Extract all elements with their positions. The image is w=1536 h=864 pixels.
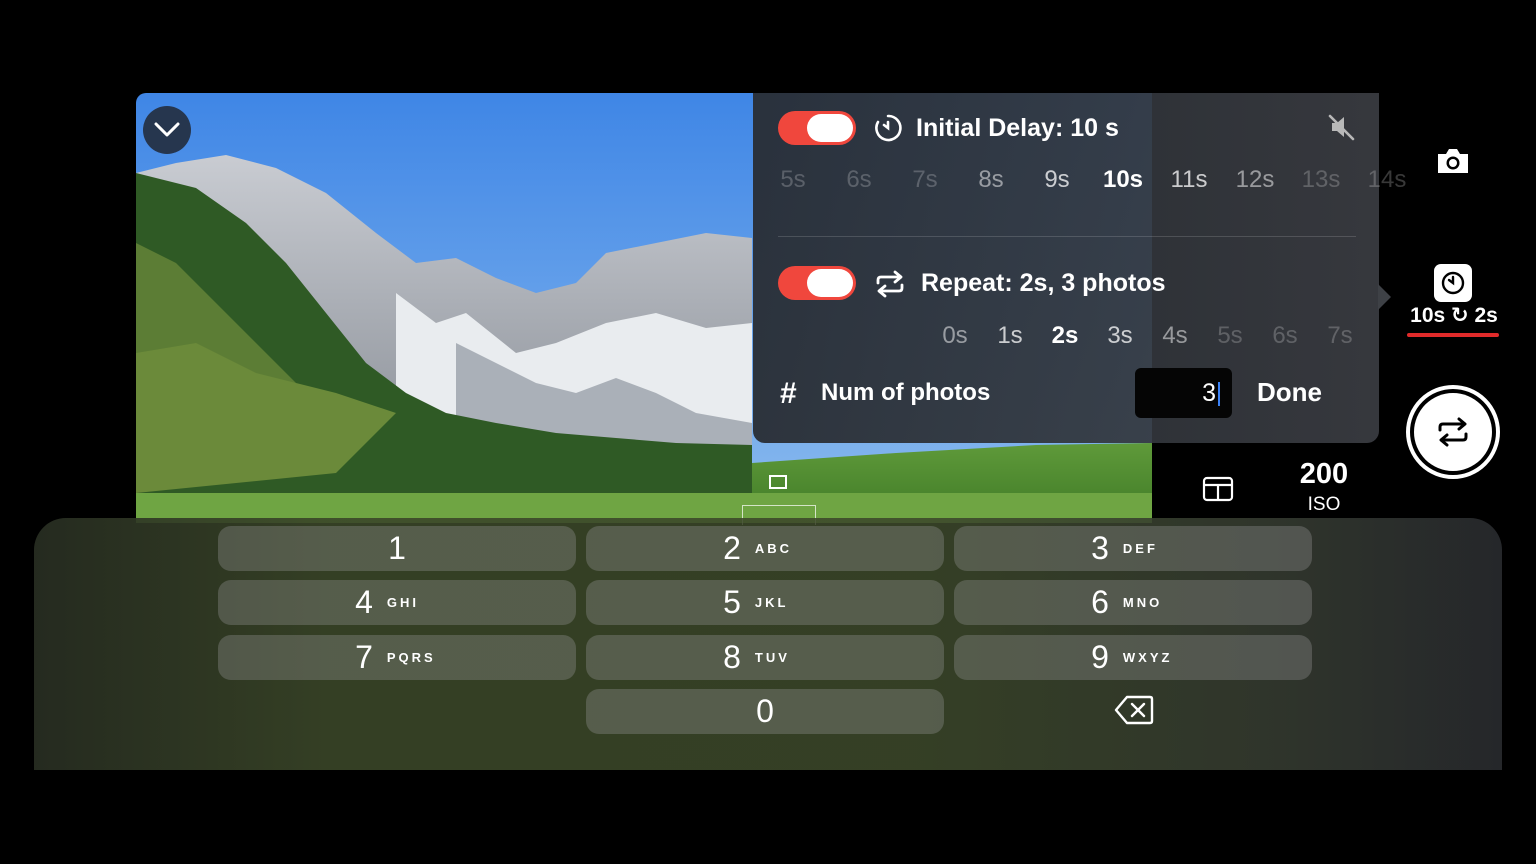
key-digit: 2 [723, 530, 741, 566]
repeat-option-1s[interactable]: 1s [985, 322, 1035, 350]
iso-label: ISO [1307, 494, 1341, 515]
popover-arrow [1378, 284, 1391, 310]
key-digit: 5 [723, 584, 741, 620]
collapse-button[interactable] [143, 106, 191, 154]
timer-icon [1441, 271, 1465, 295]
key-letters: ABC [754, 541, 793, 556]
key-letters: DEF [1122, 541, 1158, 556]
iso-value[interactable]: 200 [1286, 458, 1362, 491]
timer-active-indicator [1407, 333, 1499, 337]
key-digit: 0 [756, 693, 774, 729]
delay-option-11s[interactable]: 11s [1159, 166, 1219, 194]
initial-delay-picker[interactable]: 5s 6s 7s 8s 9s 10s 11s 12s 13s 14s [763, 166, 1423, 194]
timer-summary[interactable]: 10s ↻ 2s [1396, 303, 1512, 328]
key-letters: JKL [754, 595, 789, 610]
delay-option-5s[interactable]: 5s [763, 166, 823, 194]
num-photos-input[interactable]: 3 [1135, 368, 1232, 418]
shutter-inner [1414, 393, 1492, 471]
key-4[interactable]: 4 GHI [218, 580, 576, 625]
key-letters: WXYZ [1122, 650, 1173, 665]
key-letters: MNO [1122, 595, 1163, 610]
divider [778, 236, 1356, 237]
initial-delay-toggle[interactable] [778, 111, 856, 145]
num-photos-label: Num of photos [821, 379, 991, 406]
repeat-interval-picker[interactable]: 0s 1s 2s 3s 4s 5s 6s 7s [930, 322, 1370, 350]
timer-icon [875, 114, 902, 142]
repeat-option-4s[interactable]: 4s [1150, 322, 1200, 350]
initial-delay-title: Initial Delay: 10 s [916, 114, 1119, 142]
delay-option-14s[interactable]: 14s [1357, 166, 1417, 194]
backspace-icon[interactable] [1114, 694, 1154, 726]
key-digit: 1 [388, 530, 406, 566]
layout-icon[interactable] [1202, 476, 1234, 502]
shutter-button[interactable] [1406, 385, 1500, 479]
key-digit: 4 [355, 584, 373, 620]
delay-option-7s[interactable]: 7s [895, 166, 955, 194]
camera-icon[interactable] [1434, 145, 1472, 177]
repeat-option-6s[interactable]: 6s [1260, 322, 1310, 350]
key-1[interactable]: 1 [218, 526, 576, 571]
key-digit: 7 [355, 639, 373, 675]
key-2[interactable]: 2 ABC [586, 526, 944, 571]
key-3[interactable]: 3 DEF [954, 526, 1312, 571]
repeat-option-2s[interactable]: 2s [1040, 322, 1090, 350]
repeat-toggle[interactable] [778, 266, 856, 300]
delay-option-12s[interactable]: 12s [1225, 166, 1285, 194]
speaker-muted-icon[interactable] [1326, 112, 1356, 142]
focus-indicator [769, 475, 787, 489]
toggle-knob [807, 269, 853, 297]
key-letters: PQRS [386, 650, 436, 665]
key-letters: TUV [754, 650, 790, 665]
done-button[interactable]: Done [1257, 377, 1322, 408]
chevron-down-icon [154, 122, 180, 137]
delay-option-9s[interactable]: 9s [1027, 166, 1087, 194]
key-digit: 8 [723, 639, 741, 675]
key-digit: 6 [1091, 584, 1109, 620]
hash-icon: # [780, 377, 797, 410]
key-digit: 9 [1091, 639, 1109, 675]
key-5[interactable]: 5 JKL [586, 580, 944, 625]
num-photos-value: 3 [1202, 379, 1216, 407]
delay-option-10s[interactable]: 10s [1093, 166, 1153, 194]
delay-option-6s[interactable]: 6s [829, 166, 889, 194]
repeat-icon [1438, 417, 1468, 447]
key-digit: 3 [1091, 530, 1109, 566]
key-letters: GHI [386, 595, 420, 610]
key-9[interactable]: 9 WXYZ [954, 635, 1312, 680]
repeat-icon [876, 270, 904, 298]
key-7[interactable]: 7 PQRS [218, 635, 576, 680]
key-8[interactable]: 8 TUV [586, 635, 944, 680]
key-6[interactable]: 6 MNO [954, 580, 1312, 625]
delay-option-13s[interactable]: 13s [1291, 166, 1351, 194]
repeat-option-7s[interactable]: 7s [1315, 322, 1365, 350]
repeat-option-5s[interactable]: 5s [1205, 322, 1255, 350]
key-0[interactable]: 0 [586, 689, 944, 734]
text-caret [1218, 382, 1220, 407]
delay-option-8s[interactable]: 8s [961, 166, 1021, 194]
toggle-knob [807, 114, 853, 142]
repeat-option-3s[interactable]: 3s [1095, 322, 1145, 350]
repeat-title: Repeat: 2s, 3 photos [921, 269, 1166, 297]
repeat-option-0s[interactable]: 0s [930, 322, 980, 350]
timer-button[interactable] [1434, 264, 1472, 302]
